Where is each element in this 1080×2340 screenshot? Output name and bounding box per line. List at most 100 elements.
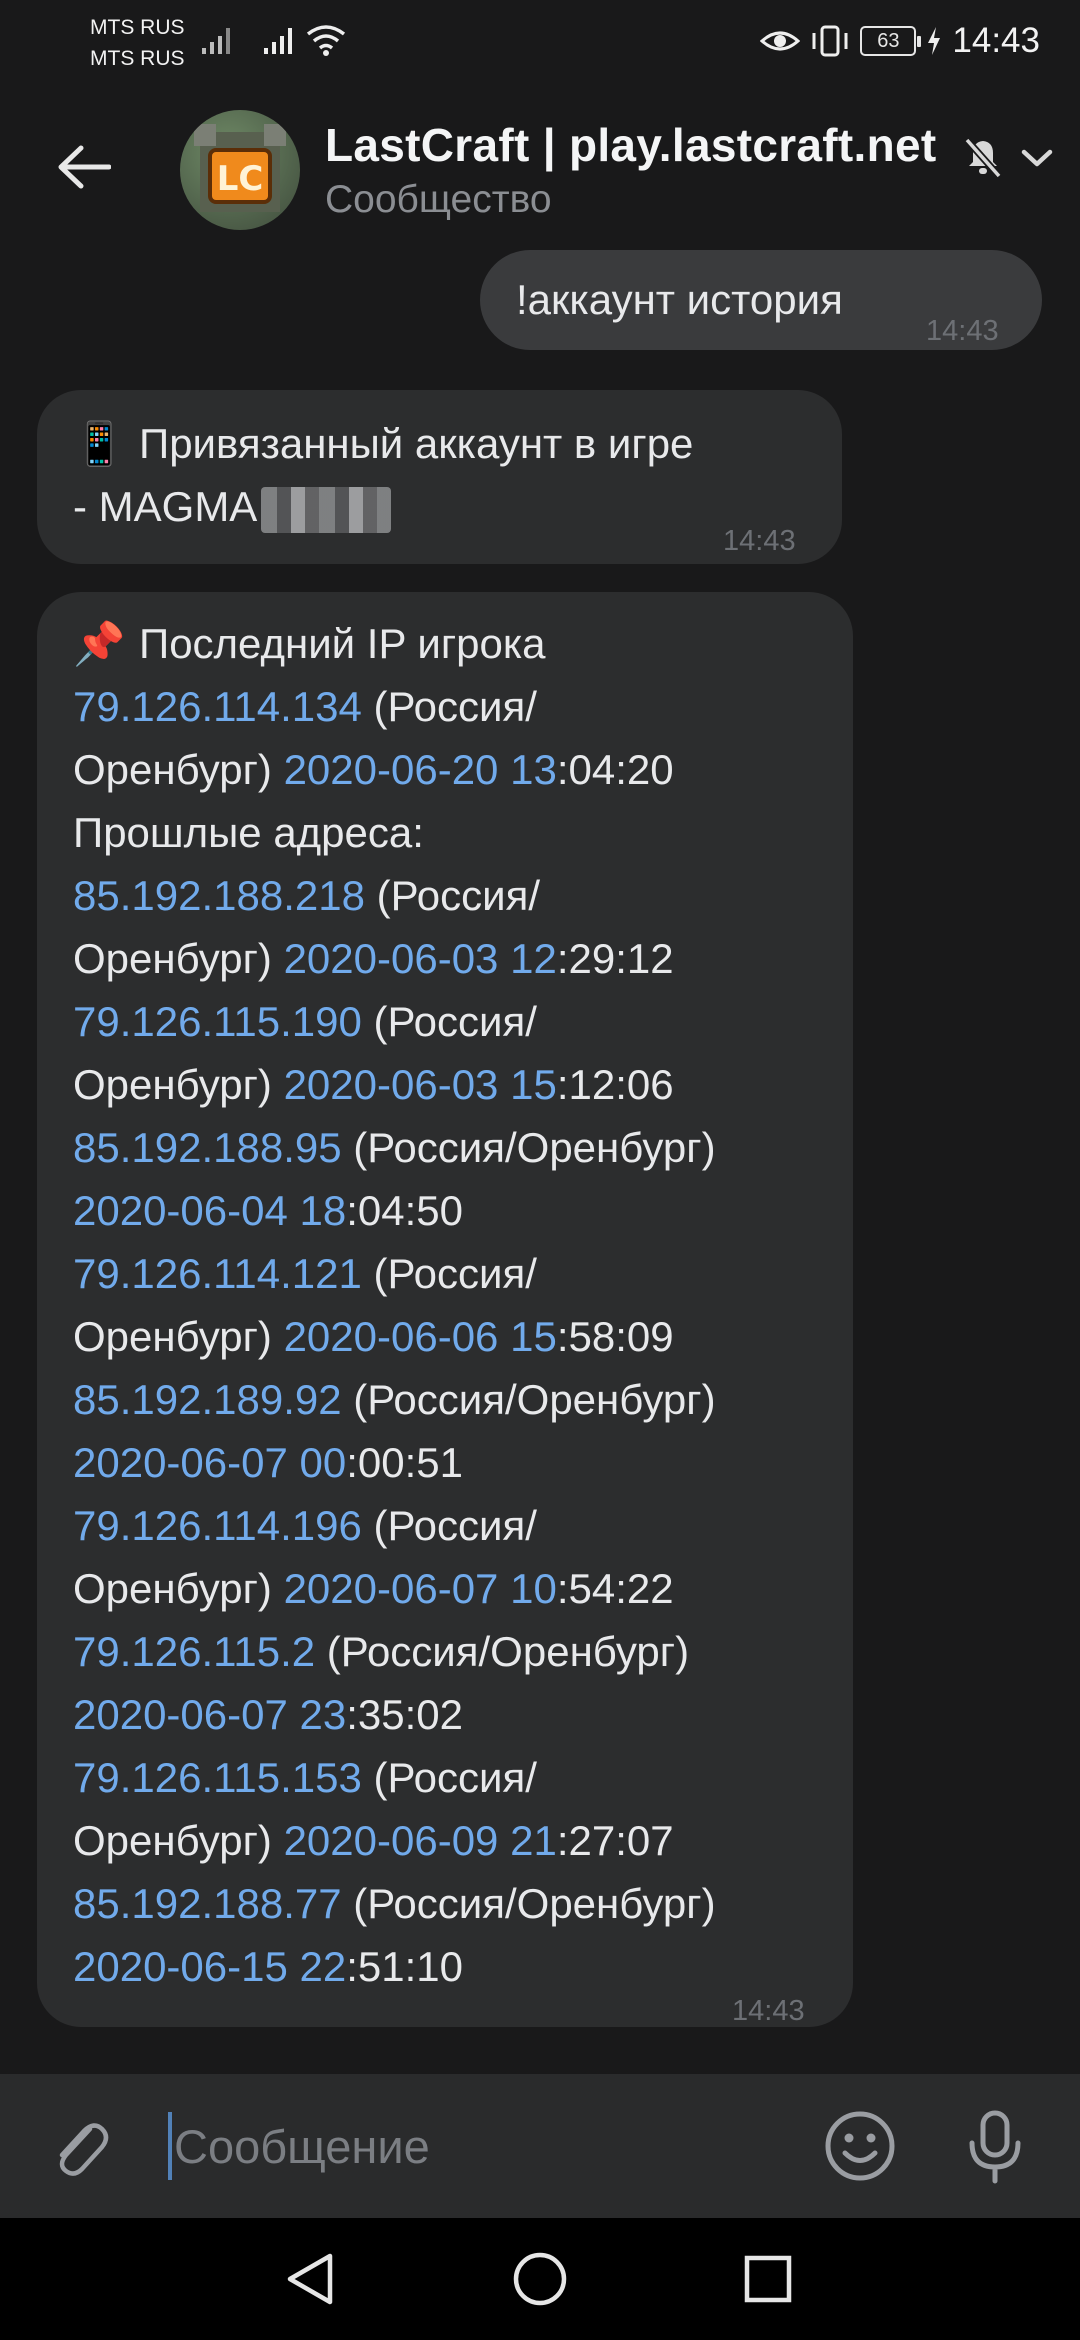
voice-message-button[interactable] (955, 2102, 1035, 2192)
datetime-link[interactable]: 2020-06-07 00 (73, 1439, 346, 1486)
ip-history-line: 85.192.188.77 (Россия/Оренбург) (73, 1872, 853, 1935)
system-nav-bar (0, 2218, 1080, 2340)
time-seconds-text: :12:06 (556, 1061, 674, 1108)
datetime-link[interactable]: 2020-06-06 15 (284, 1313, 557, 1360)
ip-address-link[interactable]: 79.126.115.190 (73, 998, 362, 1045)
chevron-down-icon (1021, 149, 1053, 167)
location-text: (Россия/ (361, 1754, 537, 1801)
status-bar: MTS RUS MTS RUS 63 14:43 (0, 0, 1080, 82)
location-text: (Россия/Оренбург) (341, 1880, 716, 1927)
ip-history-line: 79.126.114.134 (Россия/ (73, 675, 853, 738)
ip-history-line: Оренбург) 2020-06-03 12:29:12 (73, 927, 853, 990)
time-seconds-text: :29:12 (556, 935, 674, 982)
paperclip-icon (59, 2123, 109, 2176)
datetime-link[interactable]: 2020-06-15 22 (73, 1943, 346, 1990)
avatar[interactable]: LC (180, 110, 300, 230)
ip-address-link[interactable]: 85.192.189.92 (73, 1376, 342, 1423)
ip-address-link[interactable]: 85.192.188.95 (73, 1124, 342, 1171)
location-text: Оренбург) (73, 935, 284, 982)
ip-address-link[interactable]: 85.192.188.77 (73, 1880, 342, 1927)
message-input[interactable]: Сообщение (168, 2110, 788, 2182)
message-time: 14:43 (926, 315, 999, 347)
ip-history-line: Оренбург) 2020-06-20 13:04:20 (73, 738, 853, 801)
message-composer: Сообщение (0, 2074, 1080, 2218)
message-text: 📌 Последний IP игрока 79.126.114.134 (Рос… (73, 612, 853, 1998)
emoji-button[interactable] (818, 2104, 902, 2188)
chat-screen: MTS RUS MTS RUS 63 14:43 LC LastCraft | … (0, 0, 1080, 2340)
incoming-message[interactable]: 📱 Привязанный аккаунт в игре - MAGMA 14:4… (37, 390, 842, 564)
time-seconds-text: :00:51 (346, 1439, 464, 1486)
message-placeholder: Сообщение (174, 2119, 430, 2173)
nav-home-button[interactable] (505, 2244, 575, 2314)
nav-recents-button[interactable] (733, 2244, 803, 2314)
circle-home-icon (513, 2252, 567, 2306)
ip-address-link[interactable]: 79.126.114.134 (73, 683, 362, 730)
ip-history-line: 79.126.115.153 (Россия/ (73, 1746, 853, 1809)
location-text: Оренбург) (73, 1565, 284, 1612)
ip-history-line: Оренбург) 2020-06-06 15:58:09 (73, 1305, 853, 1368)
location-text: (Россия/Оренбург) (341, 1124, 716, 1171)
outgoing-message[interactable]: !аккаунт история 14:43 (480, 250, 1042, 350)
datetime-link[interactable]: 2020-06-07 23 (73, 1691, 346, 1738)
datetime-link[interactable]: 2020-06-03 15 (284, 1061, 557, 1108)
wifi-icon (306, 25, 346, 56)
time-seconds-text: :58:09 (556, 1313, 674, 1360)
datetime-link[interactable]: 2020-06-07 10 (284, 1565, 557, 1612)
ip-address-link[interactable]: 79.126.114.121 (73, 1250, 362, 1297)
community-logo: LC (194, 124, 286, 212)
nav-back-button[interactable] (275, 2244, 345, 2314)
location-text: Оренбург) (73, 1061, 284, 1108)
location-text: (Россия/ (361, 1502, 537, 1549)
mute-status[interactable] (958, 128, 1008, 188)
time-seconds-text: :35:02 (346, 1691, 464, 1738)
location-text: Прошлые адреса: (73, 809, 424, 856)
location-text: (Россия/ (361, 998, 537, 1045)
attach-button[interactable] (40, 2108, 120, 2188)
datetime-link[interactable]: 2020-06-04 18 (73, 1187, 346, 1234)
text-caret (168, 2112, 172, 2180)
location-text: (Россия/ (364, 872, 541, 919)
chat-subtitle: Сообщество (325, 178, 552, 221)
time-seconds-text: :54:22 (556, 1565, 674, 1612)
message-time: 14:43 (723, 525, 796, 557)
ip-address-link[interactable]: 85.192.188.218 (73, 872, 365, 919)
time-seconds-text: :51:10 (346, 1943, 464, 1990)
signal-icon (264, 28, 292, 54)
pushpin-emoji-icon: 📌 (73, 620, 126, 667)
ip-history-line: 79.126.114.196 (Россия/ (73, 1494, 853, 1557)
ip-address-link[interactable]: 79.126.114.196 (73, 1502, 362, 1549)
location-text: (Россия/Оренбург) (341, 1376, 716, 1423)
message-text: !аккаунт история (516, 276, 843, 323)
chat-title[interactable]: LastCraft | play.lastcraft.net (325, 118, 937, 172)
carrier-labels: MTS RUS MTS RUS (90, 12, 185, 74)
ip-history-line: Прошлые адреса: (73, 801, 853, 864)
ip-history-line: 79.126.115.2 (Россия/Оренбург) (73, 1620, 853, 1683)
charging-icon (928, 27, 941, 55)
location-text: (Россия/ (361, 683, 537, 730)
datetime-link[interactable]: 2020-06-09 21 (284, 1817, 557, 1864)
location-text: Оренбург) (73, 746, 284, 793)
ip-history-line: 79.126.115.190 (Россия/ (73, 990, 853, 1053)
datetime-link[interactable]: 2020-06-20 13 (284, 746, 557, 793)
ip-history-line: Оренбург) 2020-06-03 15:12:06 (73, 1053, 853, 1116)
ip-address-link[interactable]: 79.126.115.153 (73, 1754, 362, 1801)
ip-history-line: 85.192.188.218 (Россия/ (73, 864, 853, 927)
time-seconds-text: :27:07 (556, 1817, 674, 1864)
battery-indicator: 63 (860, 26, 922, 56)
location-text: (Россия/ (361, 1250, 537, 1297)
redacted-nickname (261, 486, 392, 533)
arrow-left-icon (58, 145, 111, 189)
location-text: Оренбург) (73, 1817, 284, 1864)
back-button[interactable] (48, 132, 118, 202)
ip-history-line: 2020-06-07 00:00:51 (73, 1431, 853, 1494)
incoming-message[interactable]: 📌 Последний IP игрока 79.126.114.134 (Рос… (37, 592, 853, 2027)
datetime-link[interactable]: 2020-06-03 12 (284, 935, 557, 982)
ip-history-line: 85.192.189.92 (Россия/Оренбург) (73, 1368, 853, 1431)
status-right: 63 14:43 (760, 18, 1040, 64)
muted-bell-icon (964, 137, 1002, 179)
carrier-2: MTS RUS (90, 47, 185, 70)
microphone-icon (969, 2110, 1021, 2184)
ip-address-link[interactable]: 79.126.115.2 (73, 1628, 315, 1675)
svg-text:LC: LC (217, 159, 264, 199)
header-menu-button[interactable] (1014, 128, 1060, 188)
